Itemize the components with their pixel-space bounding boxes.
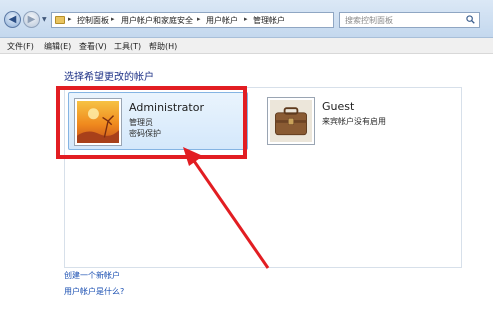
breadcrumb-control-panel[interactable]: 控制面板 [77, 15, 109, 26]
search-icon[interactable] [466, 15, 475, 24]
address-toolbar: ◀ ▶ ▼ ▸ 控制面板 ▸ 用户帐户和家庭安全 ▸ 用户帐户 ▸ 管理帐户 ▼… [0, 0, 493, 38]
account-status: 来宾帐户没有启用 [322, 117, 386, 126]
accounts-list: Administrator 管理员 密码保护 Guest 来宾帐户没有启用 [64, 87, 462, 268]
search-placeholder: 搜索控制面板 [345, 16, 393, 25]
menu-tools[interactable]: 工具(T) [114, 41, 141, 52]
account-type: 管理员 [129, 118, 153, 127]
account-tile-administrator[interactable]: Administrator 管理员 密码保护 [68, 92, 248, 150]
search-input[interactable]: 搜索控制面板 [339, 12, 480, 28]
address-field[interactable]: ▸ 控制面板 ▸ 用户帐户和家庭安全 ▸ 用户帐户 ▸ 管理帐户 ▼ ↻ [51, 12, 382, 28]
forward-button[interactable]: ▶ [23, 11, 40, 28]
control-panel-icon [55, 16, 65, 24]
sunset-flower-avatar-icon [75, 99, 121, 145]
account-name: Administrator [129, 101, 204, 114]
menu-bar: 文件(F) 编辑(E) 查看(V) 工具(T) 帮助(H) [0, 38, 493, 54]
breadcrumb-manage-accounts[interactable]: 管理帐户 [253, 15, 285, 26]
menu-file[interactable]: 文件(F) [7, 41, 34, 52]
what-is-account-link[interactable]: 用户帐户是什么? [64, 286, 124, 297]
menu-view[interactable]: 查看(V) [79, 41, 107, 52]
create-account-link[interactable]: 创建一个新帐户 [64, 270, 120, 281]
back-button[interactable]: ◀ [4, 11, 21, 28]
chevron-right-icon: ▸ [111, 15, 115, 23]
briefcase-avatar-icon [268, 98, 314, 144]
menu-help[interactable]: 帮助(H) [149, 41, 177, 52]
account-tile-guest[interactable]: Guest 来宾帐户没有启用 [262, 92, 442, 150]
breadcrumb-user-accounts[interactable]: 用户帐户 [206, 15, 238, 26]
menu-edit[interactable]: 编辑(E) [44, 41, 71, 52]
account-name: Guest [322, 100, 355, 113]
chevron-right-icon: ▸ [244, 15, 248, 23]
page-title: 选择希望更改的帐户 [64, 72, 154, 83]
account-status: 密码保护 [129, 129, 161, 138]
main-content: 选择希望更改的帐户 Administrator 管理员 密码保护 Guest 来… [0, 55, 493, 311]
breadcrumb-user-accounts-family[interactable]: 用户帐户和家庭安全 [121, 15, 193, 26]
chevron-right-icon: ▸ [68, 15, 72, 23]
recent-pages-dropdown-icon[interactable]: ▼ [42, 16, 47, 23]
chevron-right-icon: ▸ [197, 15, 201, 23]
